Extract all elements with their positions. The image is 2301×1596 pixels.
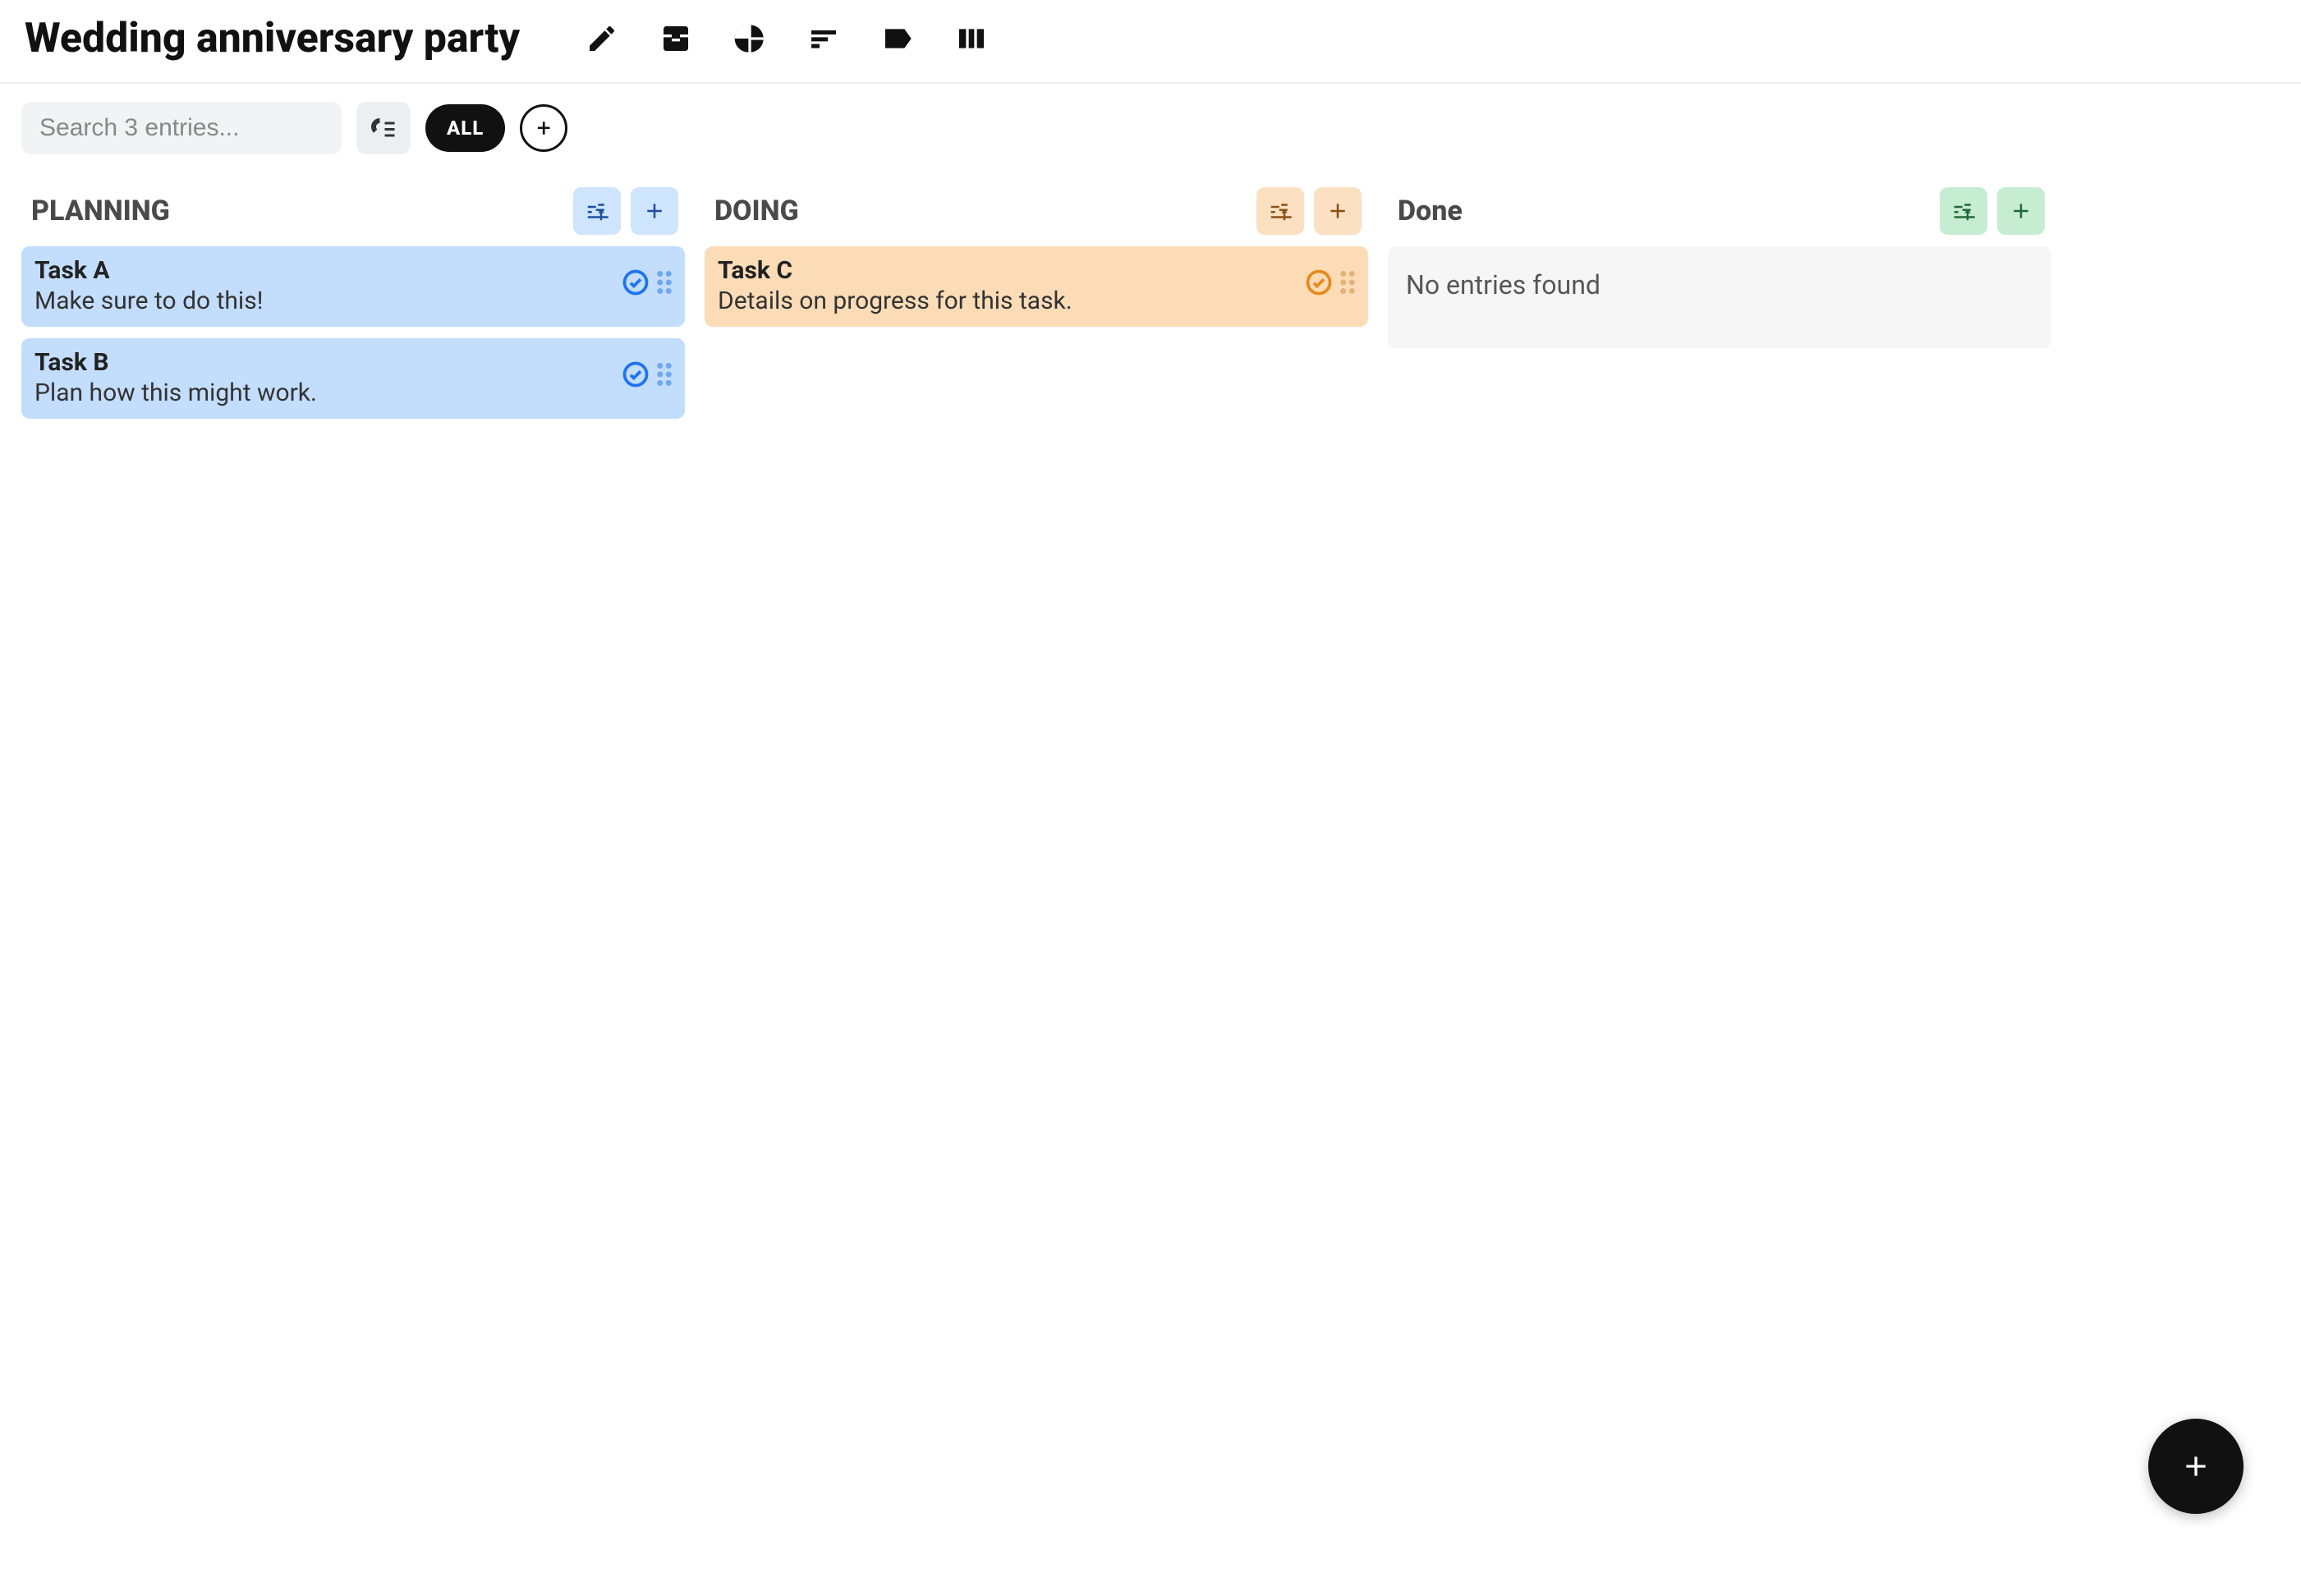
column-done: Done No entries found	[1388, 181, 2051, 430]
check-circle-icon[interactable]	[621, 360, 650, 392]
column-actions	[1940, 187, 2045, 235]
card[interactable]: Task A Make sure to do this!	[21, 246, 685, 327]
drag-handle-icon[interactable]	[1340, 271, 1355, 297]
priority-toggle[interactable]	[356, 102, 411, 154]
column-settings-button[interactable]	[1940, 187, 1987, 235]
column-settings-button[interactable]	[1256, 187, 1304, 235]
empty-state: No entries found	[1388, 246, 2051, 348]
column-actions	[1256, 187, 1362, 235]
card-title: Task C	[718, 256, 1294, 285]
column-title: PLANNING	[31, 195, 170, 227]
card[interactable]: Task B Plan how this might work.	[21, 338, 685, 419]
toolbar: ALL +	[0, 84, 2301, 172]
card-desc: Details on progress for this task.	[718, 287, 1294, 315]
card-title: Task A	[34, 256, 611, 285]
column-add-button[interactable]	[631, 187, 678, 235]
chart-icon[interactable]	[733, 22, 766, 55]
check-circle-icon[interactable]	[621, 268, 650, 300]
filter-all-pill[interactable]: ALL	[425, 104, 505, 152]
check-circle-icon[interactable]	[1304, 268, 1334, 300]
search-input[interactable]	[21, 102, 342, 154]
header-icons	[586, 22, 988, 55]
header: Wedding anniversary party	[0, 0, 2301, 84]
drag-handle-icon[interactable]	[657, 271, 672, 297]
edit-icon[interactable]	[586, 22, 618, 55]
card-desc: Make sure to do this!	[34, 287, 611, 315]
board: PLANNING Task A Make sure to do this!	[0, 172, 2301, 438]
card-title: Task B	[34, 348, 611, 377]
inbox-icon[interactable]	[659, 22, 692, 55]
filter-add-button[interactable]: +	[520, 104, 567, 152]
sort-icon[interactable]	[807, 22, 840, 55]
column-add-button[interactable]	[1997, 187, 2045, 235]
column-header: Done	[1388, 181, 2051, 246]
tag-icon[interactable]	[881, 22, 914, 55]
columns-icon[interactable]	[955, 22, 988, 55]
column-doing: DOING Task C Details on progress for thi…	[705, 181, 1368, 430]
column-header: PLANNING	[21, 181, 685, 246]
column-settings-button[interactable]	[573, 187, 621, 235]
drag-handle-icon[interactable]	[657, 363, 672, 389]
column-title: DOING	[714, 195, 799, 227]
column-header: DOING	[705, 181, 1368, 246]
fab-add-button[interactable]	[2148, 1419, 2244, 1514]
card[interactable]: Task C Details on progress for this task…	[705, 246, 1368, 327]
column-title: Done	[1398, 195, 1463, 227]
column-actions	[573, 187, 678, 235]
column-add-button[interactable]	[1314, 187, 1362, 235]
column-planning: PLANNING Task A Make sure to do this!	[21, 181, 685, 430]
card-desc: Plan how this might work.	[34, 378, 611, 407]
page-title: Wedding anniversary party	[25, 15, 520, 62]
